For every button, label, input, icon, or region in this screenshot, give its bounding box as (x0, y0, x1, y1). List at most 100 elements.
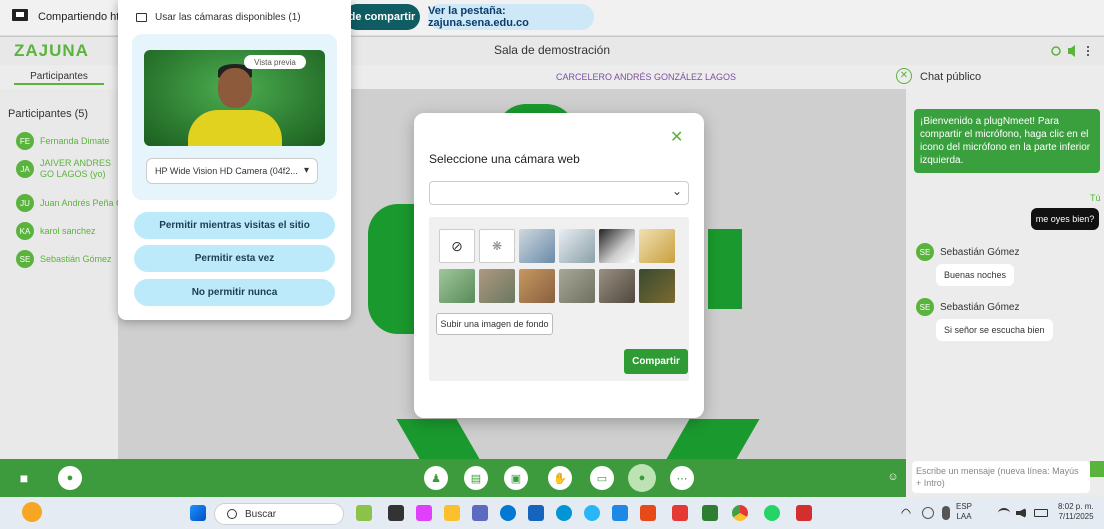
chat-input-area: Escribe un mensaje (nueva línea: Mayús +… (906, 459, 1104, 497)
webcam-select[interactable] (429, 181, 689, 205)
onedrive-icon[interactable] (922, 507, 934, 519)
participant-item[interactable]: JU Juan Andrés Peña C (16, 194, 123, 212)
pdf-icon[interactable] (796, 505, 812, 521)
chat-header: ✕ Chat público (896, 68, 1104, 88)
popup-header: Usar las cámaras disponibles (1) (136, 12, 301, 23)
participants-title: Participantes (5) (8, 108, 89, 120)
participant-item[interactable]: JA JAIVER ANDRES GO LAGOS (yo) (16, 158, 118, 180)
more-options-icon[interactable]: ⋯ (670, 466, 694, 490)
chat-message: Buenas noches (936, 264, 1015, 286)
active-speaker: CARCELERO ANDRÉS GONZÁLEZ LAGOS (556, 72, 737, 82)
my-message: me oyes bien? (1031, 208, 1099, 230)
preview-badge: Vista previa (244, 55, 306, 69)
avatar: SE (16, 250, 34, 268)
avatar: FE (16, 132, 34, 150)
chrome-icon[interactable] (732, 505, 748, 521)
language-indicator[interactable]: ESP LAA (956, 502, 972, 522)
screen-share-icon[interactable]: ▣ (504, 466, 528, 490)
windows-start-icon[interactable] (190, 505, 206, 521)
allow-this-time-button[interactable]: Permitir esta vez (134, 245, 335, 272)
recording-icon[interactable]: ● (628, 464, 656, 492)
avatar: SE (916, 298, 934, 316)
search-icon (227, 509, 237, 519)
modal-title: Seleccione una cámara web (429, 152, 580, 166)
close-chat-icon[interactable]: ✕ (896, 68, 912, 84)
tab-participants[interactable]: Participantes (14, 67, 104, 85)
background-thumbnail[interactable] (639, 269, 675, 303)
participant-item[interactable]: SE Sebastián Gómez (16, 250, 112, 268)
blur-background-icon[interactable]: ❋ (479, 229, 515, 263)
participants-icon[interactable]: ♟ (424, 466, 448, 490)
edge-icon[interactable] (500, 505, 516, 521)
whatsapp-icon[interactable] (764, 505, 780, 521)
taskbar-search[interactable]: Buscar (214, 503, 344, 525)
background-thumbnail[interactable] (479, 269, 515, 303)
upload-background-button[interactable]: Subir una imagen de fondo (436, 313, 553, 335)
meeting-toolbar (0, 459, 906, 497)
speaker-icon (1068, 45, 1075, 57)
powerpoint-icon[interactable] (640, 505, 656, 521)
background-thumbnail[interactable] (599, 229, 635, 263)
raise-hand-icon[interactable]: ✋ (548, 466, 572, 490)
webcam-icon[interactable]: ■ (12, 466, 36, 490)
wifi-icon[interactable] (998, 508, 1010, 518)
word-icon[interactable] (612, 505, 628, 521)
app-icon[interactable] (416, 505, 432, 521)
background-thumbnail[interactable] (519, 229, 555, 263)
avatar: KA (16, 222, 34, 240)
brave-icon[interactable] (672, 505, 688, 521)
welcome-message: ¡Bienvenido a plugNmeet! Para compartir … (914, 109, 1100, 173)
my-label: Tú (1090, 193, 1101, 203)
participant-item[interactable]: FE Fernanda Dimate (16, 132, 110, 150)
shared-screen-graphic (708, 229, 742, 309)
file-explorer-icon[interactable] (444, 505, 460, 521)
close-icon[interactable]: ✕ (670, 127, 683, 147)
store-icon[interactable] (528, 505, 544, 521)
excel-icon[interactable] (702, 505, 718, 521)
help-icon[interactable] (584, 505, 600, 521)
app-icon[interactable] (356, 505, 372, 521)
shared-screen-graphic (666, 419, 760, 459)
background-thumbnail[interactable] (439, 269, 475, 303)
emoji-icon[interactable]: ☺ (886, 470, 900, 484)
send-icon[interactable] (1090, 461, 1104, 477)
more-icon (1087, 46, 1089, 48)
hp-icon[interactable] (556, 505, 572, 521)
weather-icon[interactable] (22, 502, 42, 522)
camera-device-select[interactable]: HP Wide Vision HD Camera (04f2... (146, 158, 318, 184)
share-button[interactable]: Compartir (624, 349, 688, 374)
camera-permission-popup: Usar las cámaras disponibles (1) Vista p… (118, 0, 351, 320)
no-background-icon[interactable]: ⊘ (439, 229, 475, 263)
screen-share-icon (12, 9, 28, 21)
background-thumbnail[interactable] (559, 229, 595, 263)
camera-card: Vista previa HP Wide Vision HD Camera (0… (132, 34, 337, 200)
windows-taskbar (0, 497, 1104, 529)
background-thumbnail[interactable] (559, 269, 595, 303)
chat-input[interactable]: Escribe un mensaje (nueva línea: Mayús +… (912, 461, 1090, 493)
avatar: JU (16, 194, 34, 212)
allow-while-visiting-button[interactable]: Permitir mientras visitas el sitio (134, 212, 335, 239)
whiteboard-icon[interactable]: ▭ (590, 466, 614, 490)
chat-message: Si señor se escucha bien (936, 319, 1053, 341)
microphone-icon[interactable] (942, 506, 950, 520)
chat-icon[interactable]: ▤ (464, 466, 488, 490)
background-thumbnail[interactable] (599, 269, 635, 303)
chat-title: Chat público (920, 71, 982, 83)
participant-item[interactable]: KA karol sanchez (16, 222, 96, 240)
share-status-text: Compartiendo htt (38, 11, 123, 23)
message-sender: SE Sebastián Gómez (916, 298, 1020, 316)
avatar: JA (16, 160, 34, 178)
view-tab-button[interactable]: Ver la pestaña: zajuna.sena.edu.co (428, 4, 594, 30)
microphone-icon[interactable]: ● (58, 466, 82, 490)
shared-screen-graphic (396, 419, 480, 459)
avatar: SE (916, 243, 934, 261)
stop-sharing-button[interactable]: de compartir (344, 4, 420, 30)
never-allow-button[interactable]: No permitir nunca (134, 279, 335, 306)
select-webcam-modal: ✕ Seleccione una cámara web ⊘ ❋ Subir un… (414, 113, 704, 418)
teams-icon[interactable] (472, 505, 488, 521)
background-thumbnail[interactable] (639, 229, 675, 263)
battery-icon[interactable] (1034, 509, 1048, 517)
clock[interactable]: 8:02 p. m. 7/11/2025 (1058, 502, 1094, 522)
background-thumbnail[interactable] (519, 269, 555, 303)
task-view-icon[interactable] (388, 505, 404, 521)
